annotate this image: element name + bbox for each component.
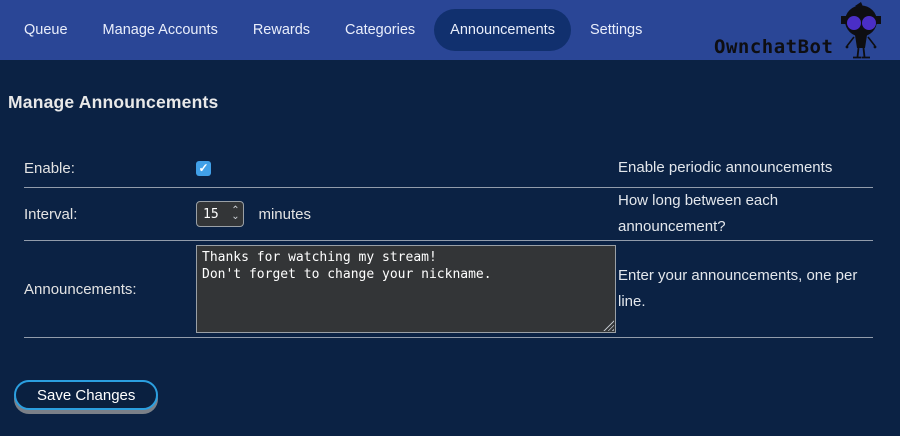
save-changes-button[interactable]: Save Changes [14, 380, 158, 410]
interval-unit-label: minutes [258, 206, 311, 223]
ownchatbot-logo: OwnchatBot [714, 0, 886, 60]
enable-row: Enable: ✓ Enable periodic announcements [24, 150, 873, 188]
interval-helper-text: How long between each announcement? [618, 188, 873, 240]
logo-text: OwnchatBot [714, 36, 833, 58]
announcements-label: Announcements: [24, 281, 196, 298]
top-navbar: Queue Manage Accounts Rewards Categories… [0, 0, 900, 60]
nav-item-announcements[interactable]: Announcements [434, 9, 571, 51]
interval-label: Interval: [24, 206, 196, 223]
page-title: Manage Announcements [8, 92, 900, 113]
announcements-helper-text: Enter your announcements, one per line. [618, 263, 873, 315]
enable-label: Enable: [24, 160, 196, 177]
nav-item-categories[interactable]: Categories [329, 9, 431, 51]
robot-icon [841, 2, 881, 58]
announcements-textarea[interactable]: Thanks for watching my stream! Don't for… [196, 245, 616, 333]
nav-item-rewards[interactable]: Rewards [237, 9, 326, 51]
enable-helper-text: Enable periodic announcements [618, 155, 873, 181]
enable-checkbox[interactable]: ✓ [196, 161, 211, 176]
nav-item-queue[interactable]: Queue [8, 9, 84, 51]
interval-spinner[interactable]: ⌃ ⌄ [229, 203, 242, 225]
nav-item-manage-accounts[interactable]: Manage Accounts [87, 9, 234, 51]
spinner-down-icon[interactable]: ⌄ [231, 214, 239, 220]
nav-item-settings[interactable]: Settings [574, 9, 658, 51]
announcements-settings-form: Enable: ✓ Enable periodic announcements … [24, 150, 873, 338]
interval-row: Interval: ⌃ ⌄ minutes How long between e… [24, 188, 873, 241]
announcements-row: Announcements: Thanks for watching my st… [24, 241, 873, 338]
